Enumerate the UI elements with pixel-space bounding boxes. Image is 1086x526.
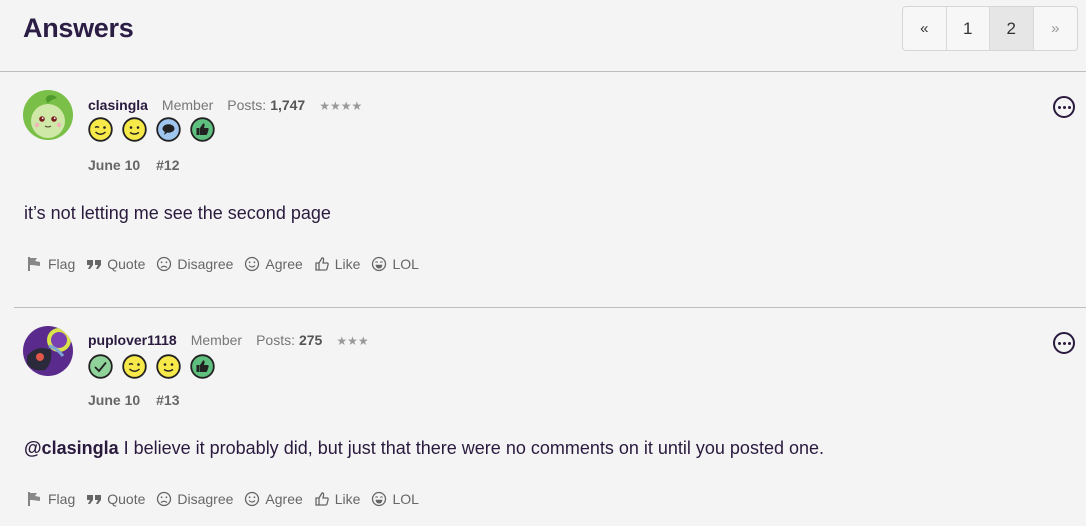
pagination-page-2[interactable]: 2 bbox=[990, 7, 1034, 50]
post-12: clasingla Member Posts: 1,747 ★★★★ June … bbox=[14, 72, 1086, 308]
post-body-text: I believe it probably did, but just that… bbox=[118, 438, 825, 458]
quote-label: Quote bbox=[107, 491, 146, 507]
posts-count: 275 bbox=[298, 332, 323, 348]
post-number[interactable]: #13 bbox=[156, 392, 179, 408]
post-body: it’s not letting me see the second page bbox=[24, 203, 331, 223]
quote-icon bbox=[87, 260, 102, 269]
like-button[interactable]: Like bbox=[314, 256, 361, 272]
laugh-icon bbox=[372, 491, 387, 507]
wink-badge-icon[interactable] bbox=[122, 354, 147, 384]
post-date[interactable]: June 10 bbox=[88, 392, 140, 408]
more-options-icon[interactable] bbox=[1053, 332, 1075, 354]
agree-button[interactable]: Agree bbox=[244, 256, 303, 272]
smile-icon bbox=[245, 256, 260, 272]
flag-button[interactable]: Flag bbox=[27, 491, 75, 507]
smile-icon bbox=[245, 491, 260, 507]
lol-label: LOL bbox=[392, 491, 419, 507]
agree-label: Agree bbox=[265, 256, 303, 272]
avatar-image bbox=[23, 326, 73, 376]
lol-button[interactable]: LOL bbox=[371, 256, 419, 272]
flag-icon bbox=[28, 257, 40, 271]
posts-label: Posts: bbox=[256, 332, 295, 348]
thumbs-up-badge-icon[interactable] bbox=[190, 117, 215, 147]
laugh-icon bbox=[372, 256, 387, 272]
post-meta: clasingla Member Posts: 1,747 ★★★★ bbox=[88, 97, 362, 113]
quote-label: Quote bbox=[107, 256, 146, 272]
username[interactable]: puplover1118 bbox=[88, 332, 177, 348]
pagination-prev-button[interactable]: « bbox=[903, 7, 947, 50]
like-button[interactable]: Like bbox=[314, 491, 361, 507]
disagree-label: Disagree bbox=[177, 256, 234, 272]
page-title: Answers bbox=[23, 13, 134, 43]
quote-button[interactable]: Quote bbox=[86, 256, 145, 272]
rank-stars: ★★★★ bbox=[319, 99, 363, 113]
post-number[interactable]: #12 bbox=[156, 157, 179, 173]
disagree-button[interactable]: Disagree bbox=[156, 491, 233, 507]
thumbs-up-icon bbox=[315, 257, 329, 271]
disagree-button[interactable]: Disagree bbox=[156, 256, 233, 272]
comment-badge-icon[interactable] bbox=[156, 117, 181, 147]
post-13: puplover1118 Member Posts: 275 ★★★ June … bbox=[14, 308, 1086, 526]
disagree-label: Disagree bbox=[177, 491, 234, 507]
check-badge-icon[interactable] bbox=[88, 354, 113, 384]
pagination-page-1[interactable]: 1 bbox=[947, 7, 990, 50]
username[interactable]: clasingla bbox=[88, 97, 148, 113]
post-body: @clasingla I believe it probably did, bu… bbox=[24, 438, 824, 459]
frown-icon bbox=[157, 256, 172, 272]
flag-icon bbox=[28, 492, 40, 506]
avatar[interactable] bbox=[23, 326, 73, 376]
agree-button[interactable]: Agree bbox=[244, 491, 303, 507]
thumbs-up-icon bbox=[315, 492, 329, 506]
flag-button[interactable]: Flag bbox=[27, 256, 75, 272]
user-role: Member bbox=[190, 332, 243, 348]
quote-button[interactable]: Quote bbox=[86, 491, 145, 507]
posts-count: 1,747 bbox=[270, 97, 306, 113]
user-mention-link[interactable]: @clasingla bbox=[24, 438, 119, 458]
post-actions: Flag Quote Disagree Agree Like LOL bbox=[27, 491, 419, 507]
rank-stars: ★★★ bbox=[336, 334, 369, 348]
badge-row bbox=[88, 117, 215, 147]
answers-header: Answers « 1 2 » bbox=[0, 0, 1086, 72]
thumbs-up-badge-icon[interactable] bbox=[190, 354, 215, 384]
smile-badge-icon[interactable] bbox=[122, 117, 147, 147]
quote-icon bbox=[87, 495, 102, 504]
smile-badge-icon[interactable] bbox=[156, 354, 181, 384]
like-label: Like bbox=[334, 256, 361, 272]
post-date[interactable]: June 10 bbox=[88, 157, 140, 173]
post-actions: Flag Quote Disagree Agree Like LOL bbox=[27, 256, 419, 272]
post-dateline: June 10 #12 bbox=[88, 157, 180, 173]
posts-label: Posts: bbox=[227, 97, 267, 113]
user-role: Member bbox=[161, 97, 214, 113]
like-label: Like bbox=[334, 491, 361, 507]
post-meta: puplover1118 Member Posts: 275 ★★★ bbox=[88, 332, 369, 348]
wink-badge-icon[interactable] bbox=[88, 117, 113, 147]
agree-label: Agree bbox=[265, 491, 303, 507]
post-dateline: June 10 #13 bbox=[88, 392, 180, 408]
avatar[interactable] bbox=[23, 90, 73, 140]
flag-label: Flag bbox=[48, 491, 76, 507]
more-options-icon[interactable] bbox=[1053, 96, 1075, 118]
pagination-next-button[interactable]: » bbox=[1034, 7, 1077, 50]
frown-icon bbox=[157, 491, 172, 507]
pagination: « 1 2 » bbox=[902, 6, 1078, 51]
avatar-image bbox=[23, 90, 73, 140]
lol-button[interactable]: LOL bbox=[371, 491, 419, 507]
flag-label: Flag bbox=[48, 256, 76, 272]
lol-label: LOL bbox=[392, 256, 419, 272]
badge-row bbox=[88, 354, 215, 384]
